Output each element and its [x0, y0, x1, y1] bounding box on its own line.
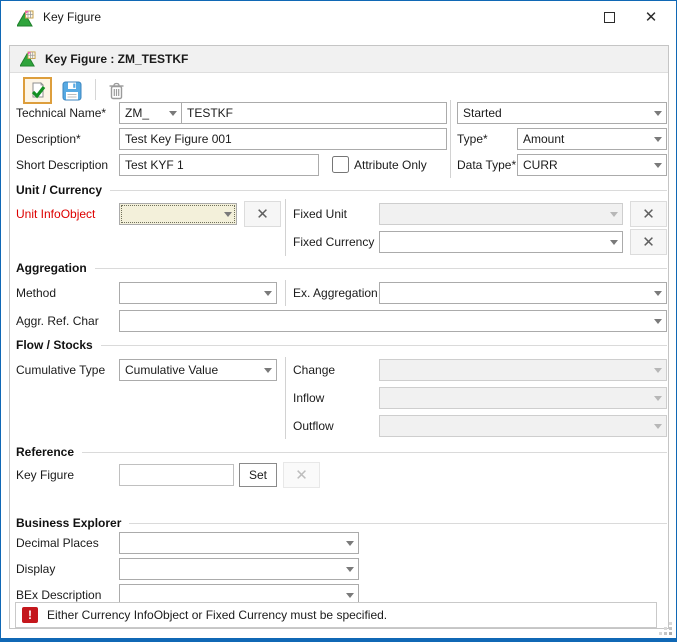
ex-aggregation-combo[interactable] — [379, 282, 667, 304]
inflow-combo — [379, 387, 667, 409]
technical-name-prefix-combo[interactable]: ZM_ — [119, 102, 182, 124]
dropdown-arrow-icon — [341, 593, 358, 598]
unit-infoobject-combo[interactable] — [119, 203, 237, 225]
activate-check-icon — [29, 82, 47, 100]
method-label: Method — [16, 282, 56, 304]
close-icon: ✕ — [645, 10, 658, 25]
description-label: Description* — [16, 128, 81, 150]
dropdown-arrow-icon — [649, 368, 666, 373]
ex-aggregation-label: Ex. Aggregation — [293, 282, 378, 304]
trash-icon — [108, 82, 125, 100]
status-bar: ! Either Currency InfoObject or Fixed Cu… — [15, 602, 657, 628]
decimal-places-combo[interactable] — [119, 532, 359, 554]
reference-key-figure-label: Key Figure — [16, 464, 74, 486]
type-combo[interactable]: Amount — [517, 128, 667, 150]
maximize-button[interactable] — [592, 1, 626, 33]
change-combo — [379, 359, 667, 381]
dropdown-arrow-icon — [164, 111, 181, 116]
status-combo[interactable]: Started — [457, 102, 667, 124]
panel-header: Key Figure : ZM_TESTKF — [10, 46, 668, 73]
key-figure-icon — [17, 10, 34, 27]
dropdown-arrow-icon — [649, 319, 666, 324]
section-line — [95, 268, 667, 269]
fixed-unit-label: Fixed Unit — [293, 203, 347, 225]
data-type-label: Data Type* — [457, 154, 516, 176]
change-label: Change — [293, 359, 335, 381]
column-separator — [450, 100, 451, 178]
inflow-label: Inflow — [293, 387, 324, 409]
dropdown-arrow-icon — [649, 396, 666, 401]
technical-name-input[interactable] — [181, 102, 447, 124]
dropdown-arrow-icon — [341, 541, 358, 546]
dropdown-arrow-icon — [649, 137, 666, 142]
panel-title: Key Figure : ZM_TESTKF — [45, 52, 188, 66]
display-combo[interactable] — [119, 558, 359, 580]
method-combo[interactable] — [119, 282, 277, 304]
fixed-unit-combo — [379, 203, 623, 225]
section-reference: Reference — [16, 444, 667, 460]
key-figure-icon — [20, 51, 36, 67]
maximize-icon — [604, 12, 615, 23]
dropdown-arrow-icon — [649, 424, 666, 429]
dropdown-arrow-icon — [649, 111, 666, 116]
decimal-places-label: Decimal Places — [16, 532, 99, 554]
status-message: Either Currency InfoObject or Fixed Curr… — [47, 608, 387, 622]
aggr-ref-char-label: Aggr. Ref. Char — [16, 310, 99, 332]
fixed-currency-combo[interactable] — [379, 231, 623, 253]
section-flow-stocks: Flow / Stocks — [16, 337, 667, 353]
display-label: Display — [16, 558, 55, 580]
data-type-combo[interactable]: CURR — [517, 154, 667, 176]
dropdown-arrow-icon — [341, 567, 358, 572]
fixed-unit-clear-button[interactable]: ✕ — [630, 201, 667, 227]
save-button[interactable] — [58, 77, 85, 104]
delete-button[interactable] — [103, 77, 130, 104]
section-unit-currency: Unit / Currency — [16, 182, 667, 198]
description-input[interactable] — [119, 128, 447, 150]
title-bar: Key Figure ✕ — [1, 1, 676, 35]
resize-grip[interactable] — [659, 622, 673, 636]
save-floppy-icon — [62, 81, 82, 101]
fixed-currency-clear-button[interactable]: ✕ — [630, 229, 667, 255]
section-business-explorer: Business Explorer — [16, 515, 667, 531]
unit-infoobject-label: Unit InfoObject — [16, 203, 95, 225]
dropdown-arrow-icon — [259, 368, 276, 373]
dropdown-arrow-icon — [605, 212, 622, 217]
technical-name-label: Technical Name* — [16, 102, 106, 124]
unit-infoobject-clear-button[interactable]: ✕ — [244, 201, 281, 227]
activate-button[interactable] — [23, 77, 52, 104]
cumulative-type-label: Cumulative Type — [16, 359, 105, 381]
reference-clear-button: ✕ — [283, 462, 320, 488]
dropdown-arrow-icon — [219, 212, 236, 217]
dropdown-arrow-icon — [649, 291, 666, 296]
section-line — [110, 190, 667, 191]
dropdown-arrow-icon — [605, 240, 622, 245]
section-line — [129, 523, 667, 524]
unit-column-separator — [285, 199, 286, 256]
section-line — [82, 452, 667, 453]
key-figure-panel: Key Figure : ZM_TESTKF — [9, 45, 669, 629]
outflow-label: Outflow — [293, 415, 334, 437]
close-button[interactable]: ✕ — [634, 1, 668, 33]
aggr-ref-char-combo[interactable] — [119, 310, 667, 332]
outflow-combo — [379, 415, 667, 437]
cumulative-type-combo[interactable]: Cumulative Value — [119, 359, 277, 381]
flow-column-separator — [285, 357, 286, 439]
attribute-only-label: Attribute Only — [354, 154, 427, 176]
type-label: Type* — [457, 128, 488, 150]
fixed-currency-label: Fixed Currency — [293, 231, 374, 253]
reference-key-figure-input[interactable] — [119, 464, 234, 486]
attribute-only-checkbox[interactable] — [332, 156, 349, 173]
aggregation-column-separator — [285, 280, 286, 306]
set-button[interactable]: Set — [239, 463, 277, 487]
short-description-input[interactable] — [119, 154, 319, 176]
dropdown-arrow-icon — [649, 163, 666, 168]
window-title: Key Figure — [43, 10, 101, 24]
dropdown-arrow-icon — [259, 291, 276, 296]
toolbar-separator — [95, 79, 96, 100]
key-figure-dialog: Key Figure ✕ Key Figure : ZM_TESTKF — [0, 0, 677, 642]
section-line — [101, 345, 667, 346]
section-aggregation: Aggregation — [16, 260, 667, 276]
error-icon: ! — [22, 607, 38, 623]
short-description-label: Short Description — [16, 154, 108, 176]
